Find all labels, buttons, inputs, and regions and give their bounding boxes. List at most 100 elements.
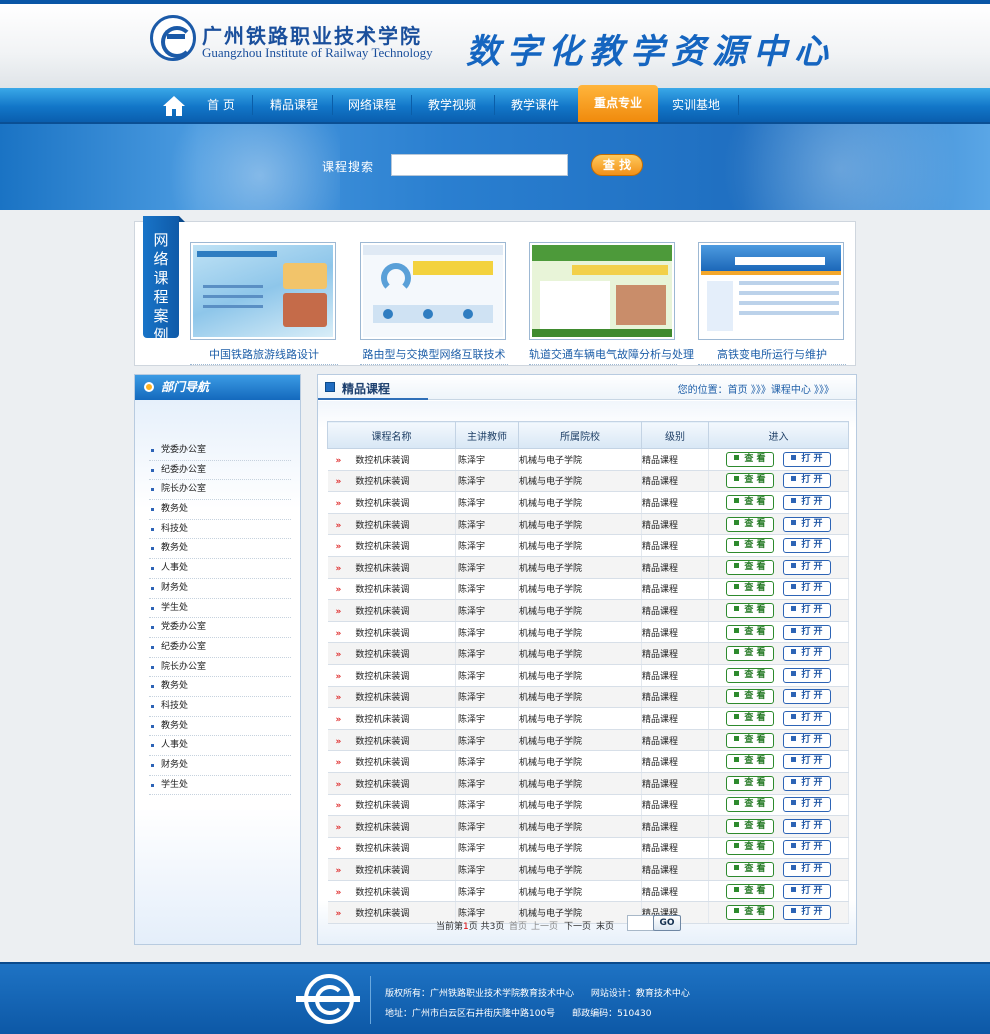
case-thumbnail[interactable] [698,242,844,340]
view-button[interactable]: 查 看 [726,473,774,489]
sidebar-item[interactable]: 学生处 [149,599,291,619]
sidebar-item[interactable]: 教务处 [149,717,291,737]
sidebar-item[interactable]: 党委办公室 [149,618,291,638]
course-name-cell[interactable]: » 数控机床装调 [327,858,456,881]
open-button[interactable]: 打 开 [783,797,831,813]
breadcrumb[interactable]: 您的位置：首页 》》》课程中心 》》》 [678,381,834,396]
case-card[interactable]: 高铁变电所运行与维护 [698,242,846,365]
course-name-cell[interactable]: » 数控机床装调 [327,470,456,493]
course-name[interactable]: 数控机床装调 [355,737,409,747]
open-button[interactable]: 打 开 [783,538,831,554]
case-title[interactable]: 轨道交通车辆电气故障分析与处理 [529,346,694,365]
nav-featured-courses[interactable]: 精品课程 [258,88,330,122]
nav-training-bases[interactable]: 实训基地 [660,88,732,122]
case-thumbnail[interactable] [529,242,675,340]
view-button[interactable]: 查 看 [726,602,774,618]
view-button[interactable]: 查 看 [726,905,774,921]
pager-last[interactable]: 末页 [596,919,614,932]
view-button[interactable]: 查 看 [726,818,774,834]
open-button[interactable]: 打 开 [783,818,831,834]
course-name-cell[interactable]: » 数控机床装调 [327,664,456,687]
open-button[interactable]: 打 开 [783,451,831,467]
view-button[interactable]: 查 看 [726,710,774,726]
open-button[interactable]: 打 开 [783,732,831,748]
open-button[interactable]: 打 开 [783,840,831,856]
open-button[interactable]: 打 开 [783,624,831,640]
open-button[interactable]: 打 开 [783,905,831,921]
nav-home[interactable]: 首 页 [195,88,247,122]
open-button[interactable]: 打 开 [783,473,831,489]
course-name[interactable]: 数控机床装调 [355,758,409,768]
course-name-cell[interactable]: » 数控机床装调 [327,707,456,730]
search-input[interactable] [391,154,568,176]
sidebar-item[interactable]: 教务处 [149,500,291,520]
course-name-cell[interactable]: » 数控机床装调 [327,621,456,644]
course-name-cell[interactable]: » 数控机床装调 [327,578,456,601]
open-button[interactable]: 打 开 [783,710,831,726]
case-title[interactable]: 中国铁路旅游线路设计 [190,346,338,365]
sidebar-item[interactable]: 财务处 [149,756,291,776]
open-button[interactable]: 打 开 [783,646,831,662]
view-button[interactable]: 查 看 [726,732,774,748]
course-name-cell[interactable]: » 数控机床装调 [327,815,456,838]
pager-next[interactable]: 下一页 [564,919,591,932]
course-name[interactable]: 数控机床装调 [355,672,409,682]
open-button[interactable]: 打 开 [783,754,831,770]
course-name[interactable]: 数控机床装调 [355,780,409,790]
view-button[interactable]: 查 看 [726,883,774,899]
sidebar-item[interactable]: 党委办公室 [149,441,291,461]
course-name[interactable]: 数控机床装调 [355,844,409,854]
open-button[interactable]: 打 开 [783,559,831,575]
sidebar-item[interactable]: 院长办公室 [149,480,291,501]
view-button[interactable]: 查 看 [726,754,774,770]
case-card[interactable]: 路由型与交换型网络互联技术 [360,242,508,365]
course-name-cell[interactable]: » 数控机床装调 [327,750,456,773]
nav-key-majors[interactable]: 重点专业 [578,85,658,122]
view-button[interactable]: 查 看 [726,689,774,705]
course-name-cell[interactable]: » 数控机床装调 [327,794,456,817]
nav-courseware[interactable]: 教学课件 [498,88,572,122]
school-logo-icon[interactable] [150,15,196,61]
view-button[interactable]: 查 看 [726,775,774,791]
sidebar-item[interactable]: 人事处 [149,736,291,756]
open-button[interactable]: 打 开 [783,516,831,532]
course-name[interactable]: 数控机床装调 [355,607,409,617]
course-name-cell[interactable]: » 数控机床装调 [327,686,456,709]
open-button[interactable]: 打 开 [783,494,831,510]
sidebar-item[interactable]: 科技处 [149,520,291,540]
view-button[interactable]: 查 看 [726,581,774,597]
pager-prev[interactable]: 上一页 [531,919,558,932]
sidebar-item[interactable]: 教务处 [149,539,291,560]
course-name-cell[interactable]: » 数控机床装调 [327,729,456,752]
course-name[interactable]: 数控机床装调 [355,909,409,919]
open-button[interactable]: 打 开 [783,689,831,705]
course-name-cell[interactable]: » 数控机床装调 [327,556,456,579]
sidebar-item[interactable]: 学生处 [149,776,291,796]
sidebar-item[interactable]: 科技处 [149,697,291,717]
open-button[interactable]: 打 开 [783,883,831,899]
course-name[interactable]: 数控机床装调 [355,823,409,833]
course-name[interactable]: 数控机床装调 [355,866,409,876]
course-name-cell[interactable]: » 数控机床装调 [327,880,456,903]
nav-teaching-videos[interactable]: 教学视频 [416,88,488,122]
course-name-cell[interactable]: » 数控机床装调 [327,513,456,536]
open-button[interactable]: 打 开 [783,775,831,791]
sidebar-item[interactable]: 教务处 [149,677,291,697]
course-name[interactable]: 数控机床装调 [355,499,409,509]
pager-first[interactable]: 首页 [509,919,527,932]
sidebar-item[interactable]: 纪委办公室 [149,461,291,481]
course-name-cell[interactable]: » 数控机床装调 [327,772,456,795]
course-name[interactable]: 数控机床装调 [355,585,409,595]
course-name[interactable]: 数控机床装调 [355,521,409,531]
course-name[interactable]: 数控机床装调 [355,542,409,552]
open-button[interactable]: 打 开 [783,602,831,618]
view-button[interactable]: 查 看 [726,538,774,554]
case-card[interactable]: 轨道交通车辆电气故障分析与处理 [529,242,694,365]
sidebar-item[interactable]: 财务处 [149,579,291,599]
open-button[interactable]: 打 开 [783,862,831,878]
view-button[interactable]: 查 看 [726,624,774,640]
course-name[interactable]: 数控机床装调 [355,477,409,487]
case-title[interactable]: 路由型与交换型网络互联技术 [360,346,508,365]
course-name[interactable]: 数控机床装调 [355,650,409,660]
page-number-input[interactable] [627,915,654,931]
